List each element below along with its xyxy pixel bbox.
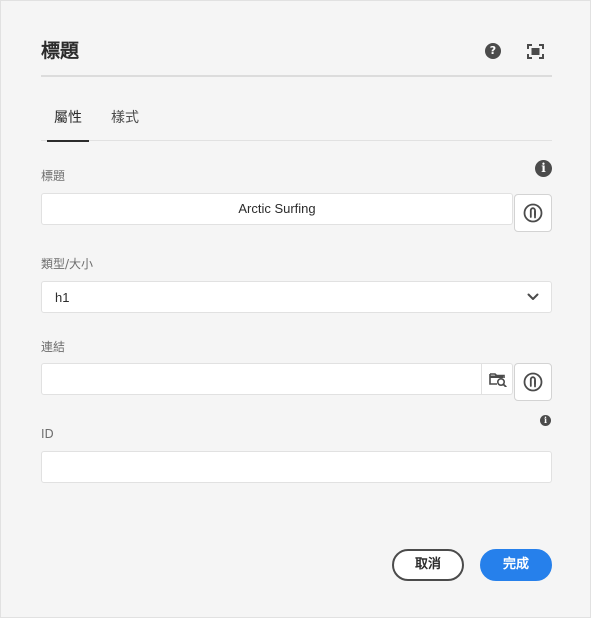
cancel-button[interactable]: 取消 xyxy=(392,549,464,581)
id-info-icon[interactable]: i xyxy=(540,415,551,426)
id-input[interactable] xyxy=(41,451,552,483)
inheritance-icon xyxy=(523,372,543,392)
tab-styles[interactable]: 樣式 xyxy=(111,107,139,141)
link-field-label: 連結 xyxy=(41,340,66,354)
link-inherit-button[interactable] xyxy=(514,363,552,401)
chevron-down-icon xyxy=(527,293,539,300)
done-button[interactable]: 完成 xyxy=(480,549,552,581)
inheritance-icon xyxy=(523,203,543,223)
title-input[interactable]: Arctic Surfing xyxy=(41,193,513,225)
folder-search-icon xyxy=(488,373,507,387)
fullscreen-icon[interactable] xyxy=(527,44,544,59)
info-icon[interactable]: i xyxy=(535,160,552,177)
link-input[interactable] xyxy=(41,363,513,395)
type-size-select[interactable]: h1 xyxy=(41,281,552,313)
title-field-label: 標題 xyxy=(41,169,66,183)
title-inherit-button[interactable] xyxy=(514,194,552,232)
browse-button[interactable] xyxy=(481,364,513,394)
id-field-label: ID xyxy=(41,427,54,441)
component-dialog: 標題 ? 屬性 樣式 標題 i Arctic Surfing 類型/大小 h1 … xyxy=(0,0,591,618)
help-icon[interactable]: ? xyxy=(485,43,501,59)
type-size-selected-value: h1 xyxy=(55,290,70,305)
dialog-header: 標題 ? xyxy=(41,1,552,77)
dialog-title: 標題 xyxy=(41,40,80,62)
type-size-label: 類型/大小 xyxy=(41,257,94,271)
tab-properties[interactable]: 屬性 xyxy=(47,107,89,142)
tab-list: 屬性 樣式 xyxy=(41,97,552,142)
